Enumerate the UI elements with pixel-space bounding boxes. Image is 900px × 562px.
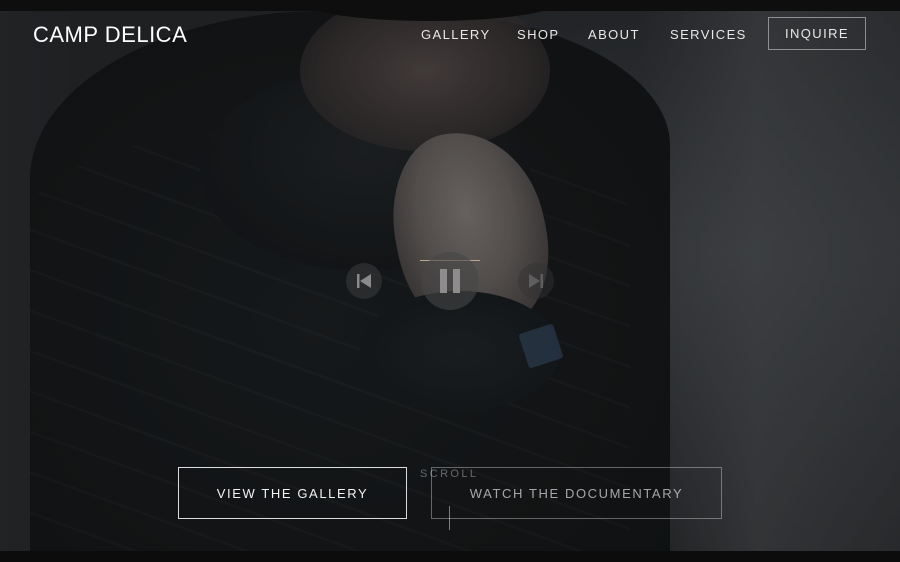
view-gallery-button[interactable]: VIEW THE GALLERY <box>178 467 407 519</box>
skip-previous-icon <box>357 274 371 288</box>
skip-next-icon <box>529 274 543 288</box>
next-button[interactable] <box>518 263 554 299</box>
pause-icon <box>440 269 460 293</box>
main-nav: GALLERY SHOP ABOUT SERVICES <box>0 27 900 47</box>
nav-about[interactable]: ABOUT <box>588 27 640 42</box>
pause-button[interactable] <box>421 252 479 310</box>
nav-services[interactable]: SERVICES <box>670 27 747 42</box>
bottom-letterbox <box>0 551 900 562</box>
scroll-indicator-label: SCROLL <box>420 468 479 480</box>
nav-shop[interactable]: SHOP <box>517 27 559 42</box>
inquire-button[interactable]: INQUIRE <box>768 17 866 50</box>
nav-gallery[interactable]: GALLERY <box>421 27 491 42</box>
scroll-indicator-line <box>449 506 450 530</box>
previous-button[interactable] <box>346 263 382 299</box>
top-letterbox <box>0 0 900 11</box>
